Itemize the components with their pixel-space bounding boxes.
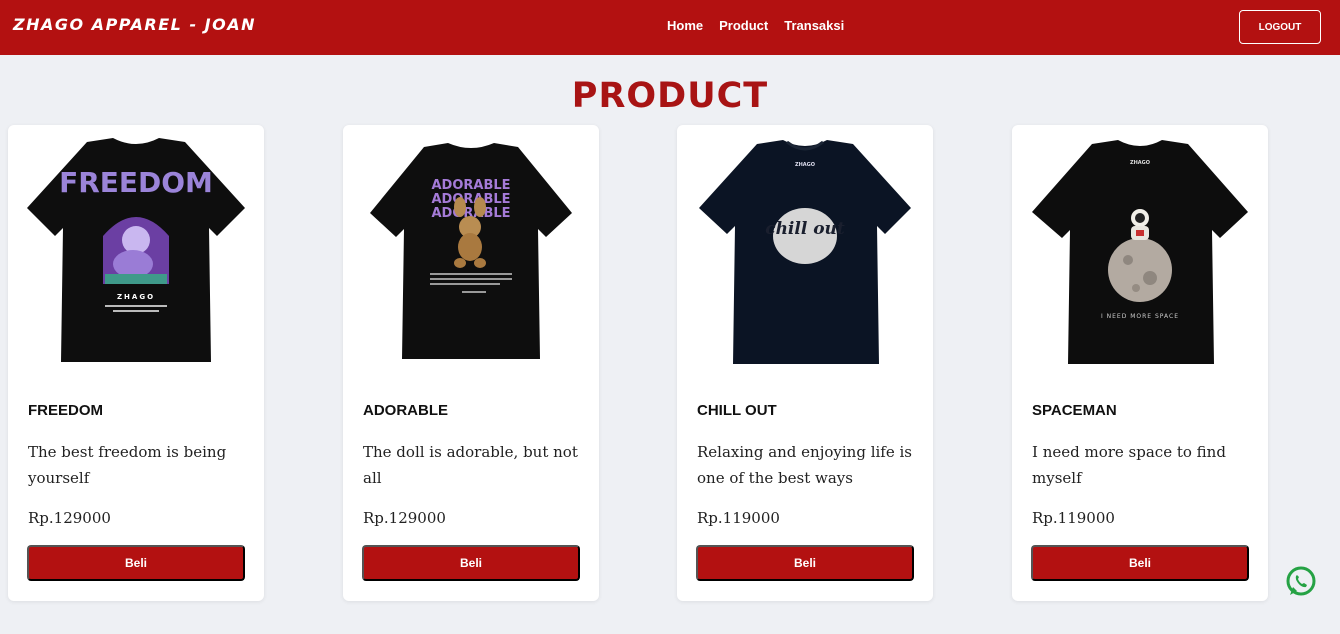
nav-home-link[interactable]: Home <box>667 18 703 33</box>
buy-button[interactable]: Beli <box>1031 545 1249 581</box>
page-title: PRODUCT <box>571 76 769 116</box>
nav-links: Home Product Transaksi <box>667 18 844 33</box>
navbar: ZHAGO APPAREL - JOAN Home Product Transa… <box>0 0 1340 55</box>
product-image-spaceman[interactable]: ZHAGO I NEED MORE SPACE <box>1024 133 1256 371</box>
product-name: FREEDOM <box>28 402 103 419</box>
shirt-logo-text: ZHAGO <box>795 162 815 168</box>
svg-text:ZHAGO: ZHAGO <box>117 293 155 301</box>
nav-product-link[interactable]: Product <box>719 18 768 33</box>
product-card-spaceman: ZHAGO I NEED MORE SPACE SPACEMAN I need … <box>1012 125 1268 601</box>
buy-button[interactable]: Beli <box>696 545 914 581</box>
product-name: SPACEMAN <box>1032 402 1117 419</box>
product-name: ADORABLE <box>363 402 448 419</box>
product-description: The doll is adorable, but not all <box>363 443 578 487</box>
product-description: Relaxing and enjoying life is one of the… <box>697 443 912 487</box>
product-card-chill-out: ZHAGO chill out CHILL OUT Relaxing and e… <box>677 125 933 601</box>
buy-button[interactable]: Beli <box>362 545 580 581</box>
svg-text:ADORABLE: ADORABLE <box>431 192 510 207</box>
product-image-freedom[interactable]: FREEDOM ZHAGO <box>20 133 252 371</box>
product-description: I need more space to find myself <box>1032 443 1226 487</box>
buy-button[interactable]: Beli <box>27 545 245 581</box>
product-name: CHILL OUT <box>697 402 777 419</box>
brand-logo[interactable]: ZHAGO APPAREL - JOAN <box>13 15 256 34</box>
shirt-print-text: ADORABLE <box>431 178 510 193</box>
shirt-print-text: chill out <box>765 219 845 239</box>
product-image-chill-out[interactable]: ZHAGO chill out <box>689 133 921 371</box>
product-description: The best freedom is being yourself <box>28 443 227 487</box>
product-card-adorable: ADORABLE ADORABLE ADORABLE ADORABLE The … <box>343 125 599 601</box>
product-image-adorable[interactable]: ADORABLE ADORABLE ADORABLE <box>355 133 587 371</box>
product-price: Rp.119000 <box>1032 509 1115 527</box>
shirt-logo-text: ZHAGO <box>1130 160 1150 166</box>
product-price: Rp.129000 <box>28 509 111 527</box>
product-price: Rp.129000 <box>363 509 446 527</box>
nav-transaksi-link[interactable]: Transaksi <box>784 18 844 33</box>
product-price: Rp.119000 <box>697 509 780 527</box>
shirt-print-text: I NEED MORE SPACE <box>1101 313 1179 320</box>
product-card-freedom: FREEDOM ZHAGO FREEDOM The best freedom i… <box>8 125 264 601</box>
whatsapp-icon[interactable] <box>1284 565 1318 599</box>
logout-button[interactable]: LOGOUT <box>1239 10 1321 44</box>
shirt-print-text: FREEDOM <box>59 166 213 199</box>
